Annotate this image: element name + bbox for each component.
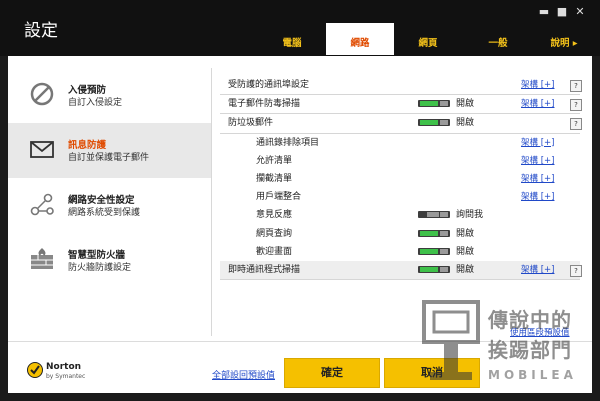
configure-link[interactable]: 架構 [+] <box>521 152 554 170</box>
tab-computer[interactable]: 電腦 <box>268 33 316 55</box>
setting-label: 用戶端整合 <box>256 192 302 203</box>
envelope-icon <box>30 141 54 158</box>
help-icon[interactable]: ? <box>570 118 582 131</box>
nav-subtitle: 自訂入侵設定 <box>68 98 123 108</box>
configure-link[interactable]: 架構 [+] <box>521 170 554 188</box>
setting-label: 即時通訊程式掃描 <box>228 264 301 275</box>
firewall-icon <box>31 248 53 269</box>
configure-link[interactable]: 架構 [+] <box>521 76 554 94</box>
setting-label: 受防護的通訊埠設定 <box>228 80 310 90</box>
settings-list: 受防護的通訊埠設定 架構 [+]? 電子郵件防毒掃描 開啟 架構 [+]? 防垃圾郵件 開啟… <box>220 76 582 281</box>
setting-label: 網頁查詢 <box>256 228 293 239</box>
help-icon[interactable]: ? <box>570 80 582 92</box>
setting-toggle[interactable] <box>418 211 450 219</box>
configure-link[interactable]: 架構 [+] <box>521 188 554 206</box>
nav-subtitle: 網路系統受到保護 <box>68 208 141 218</box>
norton-check-icon <box>27 362 43 378</box>
category-nav: 入侵預防 自訂入侵設定 訊息防護 自訂並保護電子郵件 網路安全性設定 網路系統受… <box>8 68 211 288</box>
setting-row: 意見反應 詢問我 <box>220 206 580 224</box>
setting-label: 通訊錄排除項目 <box>256 137 320 148</box>
restore-all-defaults-link[interactable]: 全部設回預設值 <box>212 368 275 381</box>
setting-row: 防垃圾郵件 開啟? <box>220 114 582 134</box>
setting-label: 電子郵件防毒掃描 <box>228 99 301 110</box>
setting-state: 開啟 <box>456 99 475 110</box>
setting-state: 詢問我 <box>456 210 484 221</box>
nav-title: 智慧型防火牆 <box>68 250 126 261</box>
setting-toggle[interactable] <box>418 265 450 273</box>
close-icon[interactable]: ✕ <box>574 6 586 17</box>
setting-label: 攔截清單 <box>256 173 293 184</box>
tab-web[interactable]: 網頁 <box>404 33 452 55</box>
nav-item-smart-firewall[interactable]: 智慧型防火牆 防火牆防護設定 <box>8 233 211 288</box>
setting-toggle[interactable] <box>418 100 450 108</box>
setting-state: 開啟 <box>456 118 475 129</box>
setting-row: 攔截清單 架構 [+] <box>220 170 580 188</box>
norton-logo: Norton by Symantec <box>26 361 86 383</box>
watermark-line3: MOBILEA <box>488 368 577 382</box>
tab-network[interactable]: 網路 <box>326 23 394 55</box>
minimize-icon[interactable]: ▬ <box>538 6 550 17</box>
watermark-emblem-icon <box>422 300 480 380</box>
watermark-line1: 傳說中的 <box>488 308 572 332</box>
setting-row: 允許清單 架構 [+] <box>220 152 580 170</box>
brand-by: by Symantec <box>46 373 86 380</box>
ok-button[interactable]: 確定 <box>284 358 380 388</box>
nav-subtitle: 防火牆防護設定 <box>68 263 132 273</box>
network-nodes-icon <box>30 193 54 216</box>
setting-label: 防垃圾郵件 <box>228 118 274 129</box>
maximize-icon[interactable]: ■ <box>556 6 568 17</box>
watermark-line2: 挨踢部門 <box>488 338 572 362</box>
tab-help[interactable]: 說明 ▸ <box>540 33 588 55</box>
setting-row: 電子郵件防毒掃描 開啟 架構 [+]? <box>220 95 582 115</box>
setting-row: 網頁查詢 開啟 <box>220 225 580 243</box>
setting-state: 開啟 <box>456 228 475 239</box>
setting-state: 開啟 <box>456 246 475 257</box>
setting-label: 歡迎畫面 <box>256 246 293 257</box>
setting-row: 歡迎畫面 開啟 <box>220 243 580 261</box>
setting-row: 受防護的通訊埠設定 架構 [+]? <box>220 76 582 96</box>
help-icon[interactable]: ? <box>570 264 582 277</box>
setting-toggle[interactable] <box>418 247 450 255</box>
nav-item-intrusion-prevention[interactable]: 入侵預防 自訂入侵設定 <box>8 68 211 123</box>
configure-link[interactable]: 架構 [+] <box>521 95 554 113</box>
nav-subtitle: 自訂並保護電子郵件 <box>68 153 150 163</box>
setting-toggle[interactable] <box>418 229 450 237</box>
setting-toggle[interactable] <box>418 119 450 127</box>
no-entry-icon <box>30 82 54 106</box>
setting-row: 通訊錄排除項目 架構 [+] <box>220 134 580 152</box>
tab-general[interactable]: 一般 <box>474 33 522 55</box>
nav-item-message-protection[interactable]: 訊息防護 自訂並保護電子郵件 <box>8 123 211 178</box>
help-icon[interactable]: ? <box>570 99 582 112</box>
watermark: 傳說中的 挨踢部門 MOBILEA <box>420 296 600 401</box>
configure-link[interactable]: 架構 [+] <box>521 261 554 279</box>
title-bar: 設定 ▬ ■ ✕ 電腦 網路 網頁 一般 說明 ▸ <box>0 0 600 56</box>
nav-title: 訊息防護 <box>68 140 107 151</box>
nav-item-network-security[interactable]: 網路安全性設定 網路系統受到保護 <box>8 178 211 233</box>
configure-link[interactable]: 架構 [+] <box>521 134 554 152</box>
setting-row: 即時通訊程式掃描 開啟 架構 [+]? <box>220 260 582 281</box>
divider <box>211 68 212 336</box>
setting-state: 開啟 <box>456 264 475 275</box>
setting-label: 允許清單 <box>256 155 293 166</box>
setting-row: 用戶端整合 架構 [+] <box>220 188 580 206</box>
window-title: 設定 <box>24 21 58 41</box>
nav-title: 入侵預防 <box>68 85 107 96</box>
nav-title: 網路安全性設定 <box>68 195 135 206</box>
brand-name: Norton <box>46 362 82 372</box>
setting-label: 意見反應 <box>256 210 293 221</box>
